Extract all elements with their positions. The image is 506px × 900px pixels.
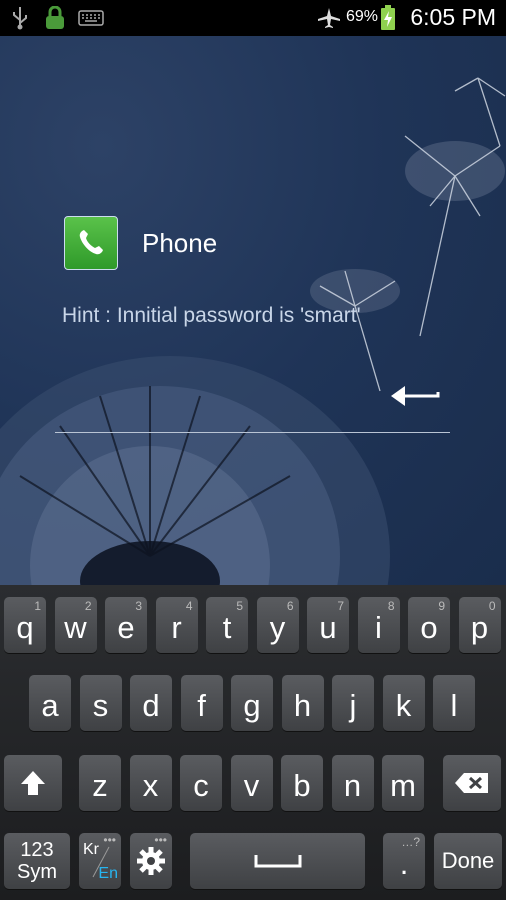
key-h[interactable]: h — [281, 675, 324, 731]
shift-arrow-icon — [21, 771, 45, 795]
key-j[interactable]: j — [332, 675, 374, 731]
status-bar: 69% 6:05 PM — [0, 0, 506, 36]
lock-icon — [44, 6, 66, 30]
backspace-key[interactable] — [443, 755, 501, 811]
key-i[interactable]: 8i — [357, 597, 400, 653]
key-t[interactable]: 5t — [206, 597, 248, 653]
symbols-key-bottom: Sym — [17, 861, 57, 883]
soft-keyboard: 123 Sym ••• Kr En ••• …? . Done 1q2w3e4r… — [0, 585, 506, 900]
key-f[interactable]: f — [180, 675, 223, 731]
period-key[interactable]: …? . — [383, 833, 425, 889]
key-d[interactable]: d — [130, 675, 172, 731]
password-input[interactable] — [55, 432, 450, 433]
key-m[interactable]: m — [382, 755, 424, 811]
settings-key[interactable]: ••• — [130, 833, 172, 889]
key-y[interactable]: 6y — [256, 597, 299, 653]
key-k[interactable]: k — [382, 675, 425, 731]
app-info: Phone — [64, 216, 217, 270]
key-b[interactable]: b — [281, 755, 323, 811]
airplane-mode-icon — [316, 6, 342, 30]
battery-charging-icon — [380, 5, 396, 30]
key-l[interactable]: l — [433, 675, 475, 731]
key-w[interactable]: 2w — [54, 597, 97, 653]
key-v[interactable]: v — [230, 755, 273, 811]
key-a[interactable]: a — [29, 675, 71, 731]
backspace-icon — [455, 773, 488, 793]
key-n[interactable]: n — [331, 755, 374, 811]
gear-icon — [137, 847, 165, 875]
key-s[interactable]: s — [79, 675, 122, 731]
space-key[interactable] — [190, 833, 365, 889]
enter-arrow-icon[interactable] — [388, 382, 440, 412]
key-q[interactable]: 1q — [4, 597, 46, 653]
app-name: Phone — [142, 227, 218, 258]
key-o[interactable]: 9o — [408, 597, 450, 653]
key-z[interactable]: z — [79, 755, 121, 811]
space-bar-icon — [254, 855, 301, 868]
symbols-key-top: 123 — [20, 839, 54, 861]
password-hint: Hint : Innitial password is 'smart' — [62, 304, 361, 327]
lock-screen-wallpaper: Phone Hint : Innitial password is 'smart… — [0, 36, 506, 585]
phone-app-icon — [64, 216, 118, 270]
key-x[interactable]: x — [129, 755, 172, 811]
clock: 6:05 PM — [410, 4, 496, 30]
key-u[interactable]: 7u — [307, 597, 349, 653]
keyboard-icon — [78, 6, 104, 30]
key-g[interactable]: g — [231, 675, 273, 731]
key-c[interactable]: c — [180, 755, 222, 811]
key-e[interactable]: 3e — [105, 597, 147, 653]
shift-key[interactable] — [4, 755, 62, 811]
done-key[interactable]: Done — [434, 833, 502, 889]
key-r[interactable]: 4r — [155, 597, 198, 653]
language-key[interactable]: ••• Kr En — [79, 833, 121, 889]
symbols-key[interactable]: 123 Sym — [4, 833, 70, 889]
usb-icon — [10, 6, 30, 30]
battery-percent: 69% — [345, 8, 378, 25]
key-p[interactable]: 0p — [458, 597, 501, 653]
